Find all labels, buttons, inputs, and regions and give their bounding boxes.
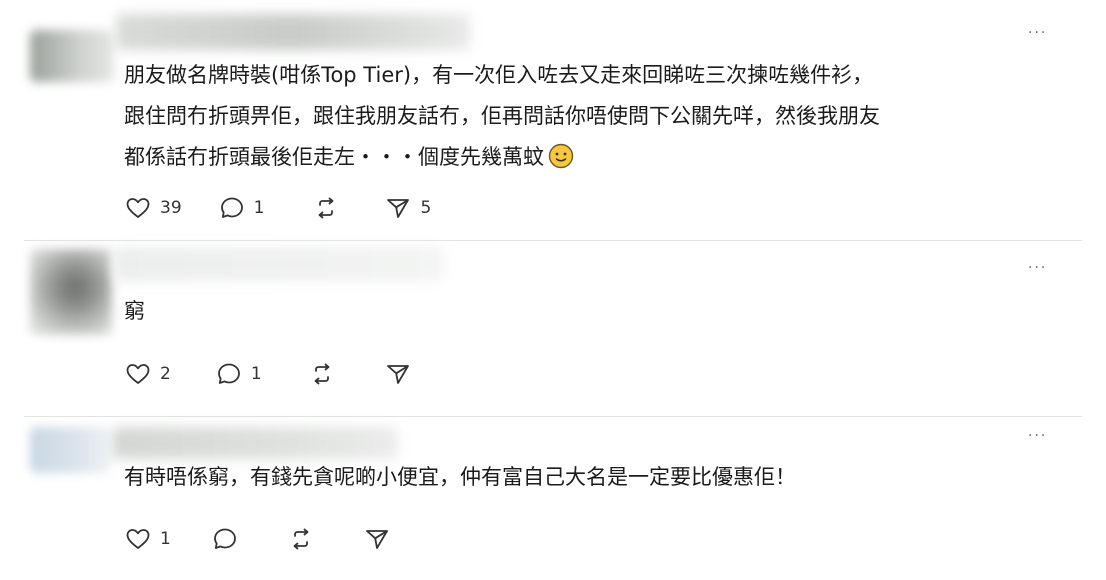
- repost-arrows-icon: [314, 363, 330, 385]
- more-dots-icon[interactable]: ···: [1028, 26, 1056, 40]
- repost-arrows-icon: [319, 197, 334, 219]
- heart-icon: [126, 529, 150, 549]
- username-redacted[interactable]: [114, 247, 444, 281]
- repost-arrows-icon: [293, 528, 309, 550]
- heart-icon: [126, 198, 150, 218]
- avatar[interactable]: [30, 30, 114, 82]
- action-bar: 1: [124, 523, 391, 555]
- reply-button[interactable]: [211, 525, 239, 553]
- post-line-1: 有時唔係窮，有錢先貪呢啲小便宜，仲有富自己大名是一定要比優惠佢！: [124, 465, 796, 489]
- slightly-smiling-face-icon: [548, 143, 574, 169]
- send-icon: [365, 530, 388, 549]
- post-1: ··· 朋友做名牌時裝(咁係Top Tier)，有一次佢入咗去又走來回睇咗三次揀…: [0, 0, 1106, 240]
- post-body: 朋友做名牌時裝(咁係Top Tier)，有一次佢入咗去又走來回睇咗三次揀咗幾件衫…: [124, 55, 1076, 178]
- reply-count: 1: [253, 198, 265, 218]
- post-2: ··· 窮 2 1: [0, 241, 1106, 416]
- post-line-3: 都係話冇折頭最後佢走左・・・個度先幾萬蚊: [124, 145, 544, 169]
- action-bar: 39 1 5: [124, 192, 431, 224]
- post-line-1: 朋友做名牌時裝(咁係Top Tier)，有一次佢入咗去又走來回睇咗三次揀咗幾件衫…: [124, 63, 874, 87]
- heart-icon: [126, 364, 150, 384]
- like-button[interactable]: 2: [124, 360, 171, 388]
- more-dots-icon[interactable]: ···: [1028, 261, 1056, 275]
- share-count: 5: [420, 198, 432, 218]
- post-body: 窮: [124, 291, 1076, 332]
- comment-bubble-icon: [220, 197, 243, 218]
- repost-button[interactable]: [287, 525, 315, 553]
- like-count: 39: [160, 198, 182, 218]
- username-redacted[interactable]: [112, 427, 398, 459]
- post-body: 有時唔係窮，有錢先貪呢啲小便宜，仲有富自己大名是一定要比優惠佢！: [124, 457, 1076, 498]
- more-dots-icon[interactable]: ···: [1028, 429, 1056, 443]
- comment-bubble-icon: [213, 528, 236, 549]
- send-icon: [387, 199, 410, 218]
- like-button[interactable]: 1: [124, 525, 171, 553]
- send-icon: [386, 365, 409, 384]
- avatar[interactable]: [30, 427, 110, 473]
- reply-button[interactable]: 1: [218, 194, 265, 222]
- post-3: ··· 有時唔係窮，有錢先貪呢啲小便宜，仲有富自己大名是一定要比優惠佢！ 1: [0, 417, 1106, 580]
- username-redacted[interactable]: [116, 14, 470, 50]
- share-button[interactable]: [363, 525, 391, 553]
- post-line-1: 窮: [124, 299, 145, 323]
- share-button[interactable]: 5: [384, 194, 431, 222]
- reply-count: 1: [250, 364, 262, 384]
- repost-button[interactable]: [312, 194, 340, 222]
- post-line-2: 跟住問冇折頭畀佢，跟住我朋友話冇，佢再問話你唔使問下公關先咩，然後我朋友: [124, 104, 880, 128]
- reply-button[interactable]: 1: [215, 360, 262, 388]
- comment-bubble-icon: [217, 363, 240, 384]
- repost-button[interactable]: [308, 360, 336, 388]
- action-bar: 2 1: [124, 358, 412, 390]
- share-button[interactable]: [384, 360, 412, 388]
- like-count: 1: [160, 529, 171, 549]
- like-count: 2: [160, 364, 171, 384]
- like-button[interactable]: 39: [124, 194, 182, 222]
- avatar[interactable]: [30, 249, 112, 335]
